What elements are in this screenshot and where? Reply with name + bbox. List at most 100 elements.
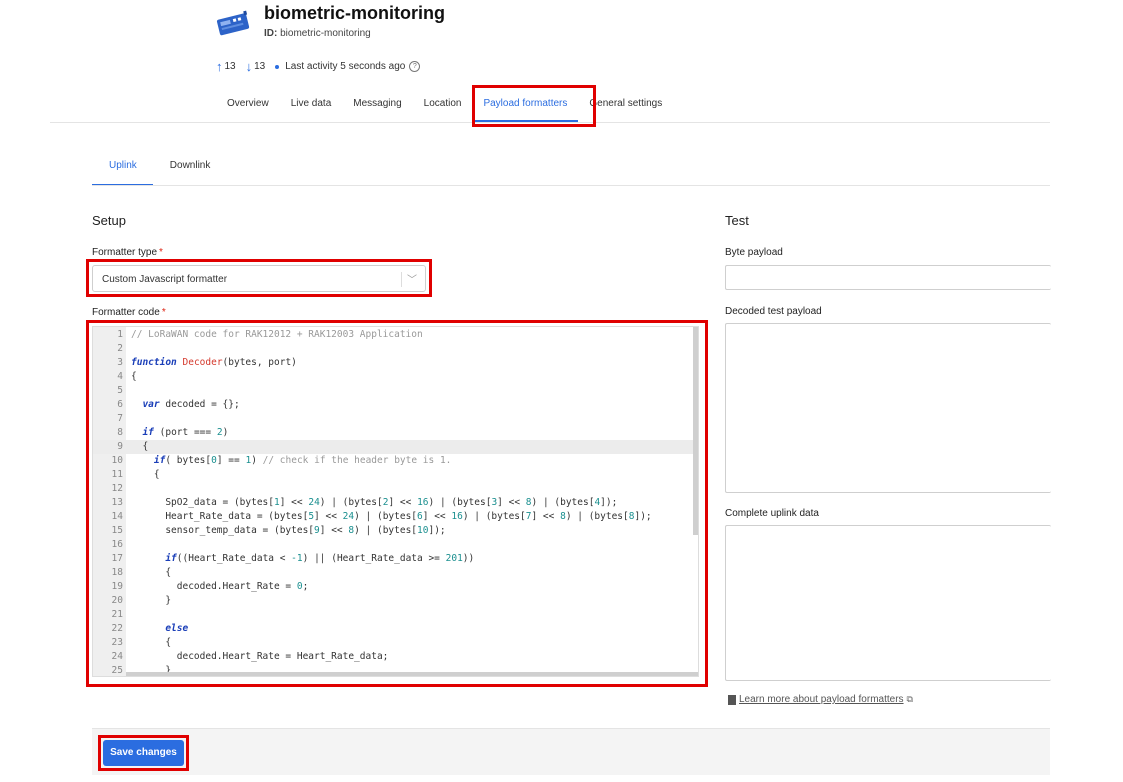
line-number: 18 xyxy=(111,567,123,578)
byte-payload-input[interactable] xyxy=(725,265,1051,290)
code-line[interactable]: 19 decoded.Heart_Rate = 0; xyxy=(93,580,698,594)
code-text: var decoded = {}; xyxy=(142,399,240,410)
code-line[interactable]: 24 decoded.Heart_Rate = Heart_Rate_data; xyxy=(93,650,698,664)
byte-payload-label: Byte payload xyxy=(725,247,783,258)
select-separator xyxy=(401,272,402,287)
complete-uplink-data-label: Complete uplink data xyxy=(725,508,819,519)
device-title: biometric-monitoring xyxy=(264,3,445,23)
formatter-type-value: Custom Javascript formatter xyxy=(102,274,228,285)
decoded-test-payload-field[interactable] xyxy=(725,323,1051,493)
code-line[interactable]: 22 else xyxy=(93,622,698,636)
code-text: { xyxy=(131,637,172,648)
code-line[interactable]: 10 if( bytes[0] == 1) // check if the he… xyxy=(93,454,698,468)
activity-dot xyxy=(275,64,280,69)
learn-more-text[interactable]: Learn more about payload formatters xyxy=(739,694,904,705)
code-line[interactable]: 1 // LoRaWAN code for RAK12012 + RAK12003… xyxy=(93,328,698,342)
code-line[interactable]: 13 SpO2_data = (bytes[1] << 24) | (bytes… xyxy=(93,496,698,510)
code-line[interactable]: 12 xyxy=(93,482,698,496)
code-text: else xyxy=(165,623,189,634)
code-line[interactable]: 15 sensor_temp_data = (bytes[9] << 8) | … xyxy=(93,524,698,538)
line-number: 5 xyxy=(117,385,123,396)
line-number: 12 xyxy=(111,483,123,494)
code-line[interactable]: 14 Heart_Rate_data = (bytes[5] << 24) | … xyxy=(93,510,698,524)
tab-general-settings[interactable]: General settings xyxy=(578,92,673,122)
code-line[interactable]: 5 xyxy=(93,384,698,398)
help-icon[interactable]: ? xyxy=(409,61,421,72)
line-number: 3 xyxy=(117,357,123,368)
line-number: 15 xyxy=(111,525,123,536)
formatter-type-select[interactable]: Custom Javascript formatter ﹀ xyxy=(92,265,426,292)
horizontal-scrollbar[interactable] xyxy=(126,672,698,676)
code-line[interactable]: 2 xyxy=(93,342,698,356)
tab-live-data[interactable]: Live data xyxy=(280,92,343,122)
line-number: 8 xyxy=(117,427,123,438)
save-changes-button[interactable]: Save changes xyxy=(103,740,184,766)
vertical-scrollbar[interactable] xyxy=(693,327,698,535)
code-line[interactable]: 23 { xyxy=(93,636,698,650)
code-text: if (port === 2) xyxy=(142,427,229,438)
line-number: 22 xyxy=(111,623,123,634)
code-line[interactable]: 8 if (port === 2) xyxy=(93,426,698,440)
line-number: 20 xyxy=(111,595,123,606)
last-activity: Last activity 5 seconds ago xyxy=(285,61,406,72)
code-text: { xyxy=(131,371,137,382)
code-text: SpO2_data = (bytes[1] << 24) | (bytes[2]… xyxy=(131,497,618,508)
formatter-type-label: Formatter type * xyxy=(92,247,163,258)
code-text: { xyxy=(131,441,149,452)
learn-more-link[interactable]: Learn more about payload formatters ⧉ xyxy=(728,694,913,705)
code-line[interactable]: 20 } xyxy=(93,594,698,608)
line-number: 13 xyxy=(111,497,123,508)
line-number: 11 xyxy=(111,469,123,480)
line-number: 19 xyxy=(111,581,123,592)
line-number: 4 xyxy=(117,371,123,382)
line-number: 6 xyxy=(117,399,123,410)
downlink-count: 13 xyxy=(254,61,266,72)
complete-uplink-data-field[interactable] xyxy=(725,525,1051,681)
external-link-icon: ⧉ xyxy=(906,694,913,704)
tab-messaging[interactable]: Messaging xyxy=(342,92,412,122)
code-line[interactable]: 18 { xyxy=(93,566,698,580)
code-text: { xyxy=(131,567,172,578)
tab-uplink[interactable]: Uplink xyxy=(92,152,153,186)
code-line[interactable]: 7 xyxy=(93,412,698,426)
code-text: if((Heart_Rate_data < -1) || (Heart_Rate… xyxy=(165,553,475,564)
device-nav: Overview Live data Messaging Location Pa… xyxy=(216,92,673,122)
code-editor[interactable]: 1 // LoRaWAN code for RAK12012 + RAK12003… xyxy=(92,326,699,677)
code-text: // LoRaWAN code for RAK12012 + RAK12003 … xyxy=(131,329,423,340)
code-line[interactable]: 17 if((Heart_Rate_data < -1) || (Heart_R… xyxy=(93,552,698,566)
book-icon xyxy=(728,694,736,705)
tab-payload-formatters[interactable]: Payload formatters xyxy=(472,92,579,122)
code-line[interactable]: 11 { xyxy=(93,468,698,482)
chevron-down-icon: ﹀ xyxy=(407,275,417,286)
code-text: sensor_temp_data = (bytes[9] << 8) | (by… xyxy=(131,525,446,536)
code-text: decoded.Heart_Rate = 0; xyxy=(131,581,309,592)
line-number: 14 xyxy=(111,511,123,522)
formatter-subtabs: Uplink Downlink xyxy=(92,152,226,186)
code-text: if( bytes[0] == 1) // check if the heade… xyxy=(153,455,452,466)
uplink-count: 13 xyxy=(224,61,236,72)
arrow-down-icon: ↓ xyxy=(245,59,253,74)
code-text: function Decoder(bytes, port) xyxy=(131,357,297,368)
test-heading: Test xyxy=(725,213,749,228)
footer-bar xyxy=(92,728,1050,775)
tab-downlink[interactable]: Downlink xyxy=(153,152,227,186)
line-number: 2 xyxy=(117,343,123,354)
code-text: decoded.Heart_Rate = Heart_Rate_data; xyxy=(131,651,389,662)
tab-location[interactable]: Location xyxy=(413,92,473,122)
line-number: 10 xyxy=(111,455,123,466)
code-line[interactable]: 16 xyxy=(93,538,698,552)
code-line[interactable]: 6 var decoded = {}; xyxy=(93,398,698,412)
line-number: 7 xyxy=(117,413,123,424)
code-line[interactable]: 9 { xyxy=(93,440,698,454)
code-text: } xyxy=(131,595,172,606)
code-line[interactable]: 3 function Decoder(bytes, port) xyxy=(93,356,698,370)
tab-overview[interactable]: Overview xyxy=(216,92,280,122)
line-number: 25 xyxy=(111,665,123,676)
line-number: 24 xyxy=(111,651,123,662)
line-number: 1 xyxy=(117,329,123,340)
formatter-code-label: Formatter code * xyxy=(92,307,166,318)
setup-heading: Setup xyxy=(92,213,126,228)
code-line[interactable]: 4{ xyxy=(93,370,698,384)
device-stats: ↑ 13 ↓ 13 Last activity 5 seconds ago? xyxy=(216,59,430,74)
code-line[interactable]: 21 xyxy=(93,608,698,622)
